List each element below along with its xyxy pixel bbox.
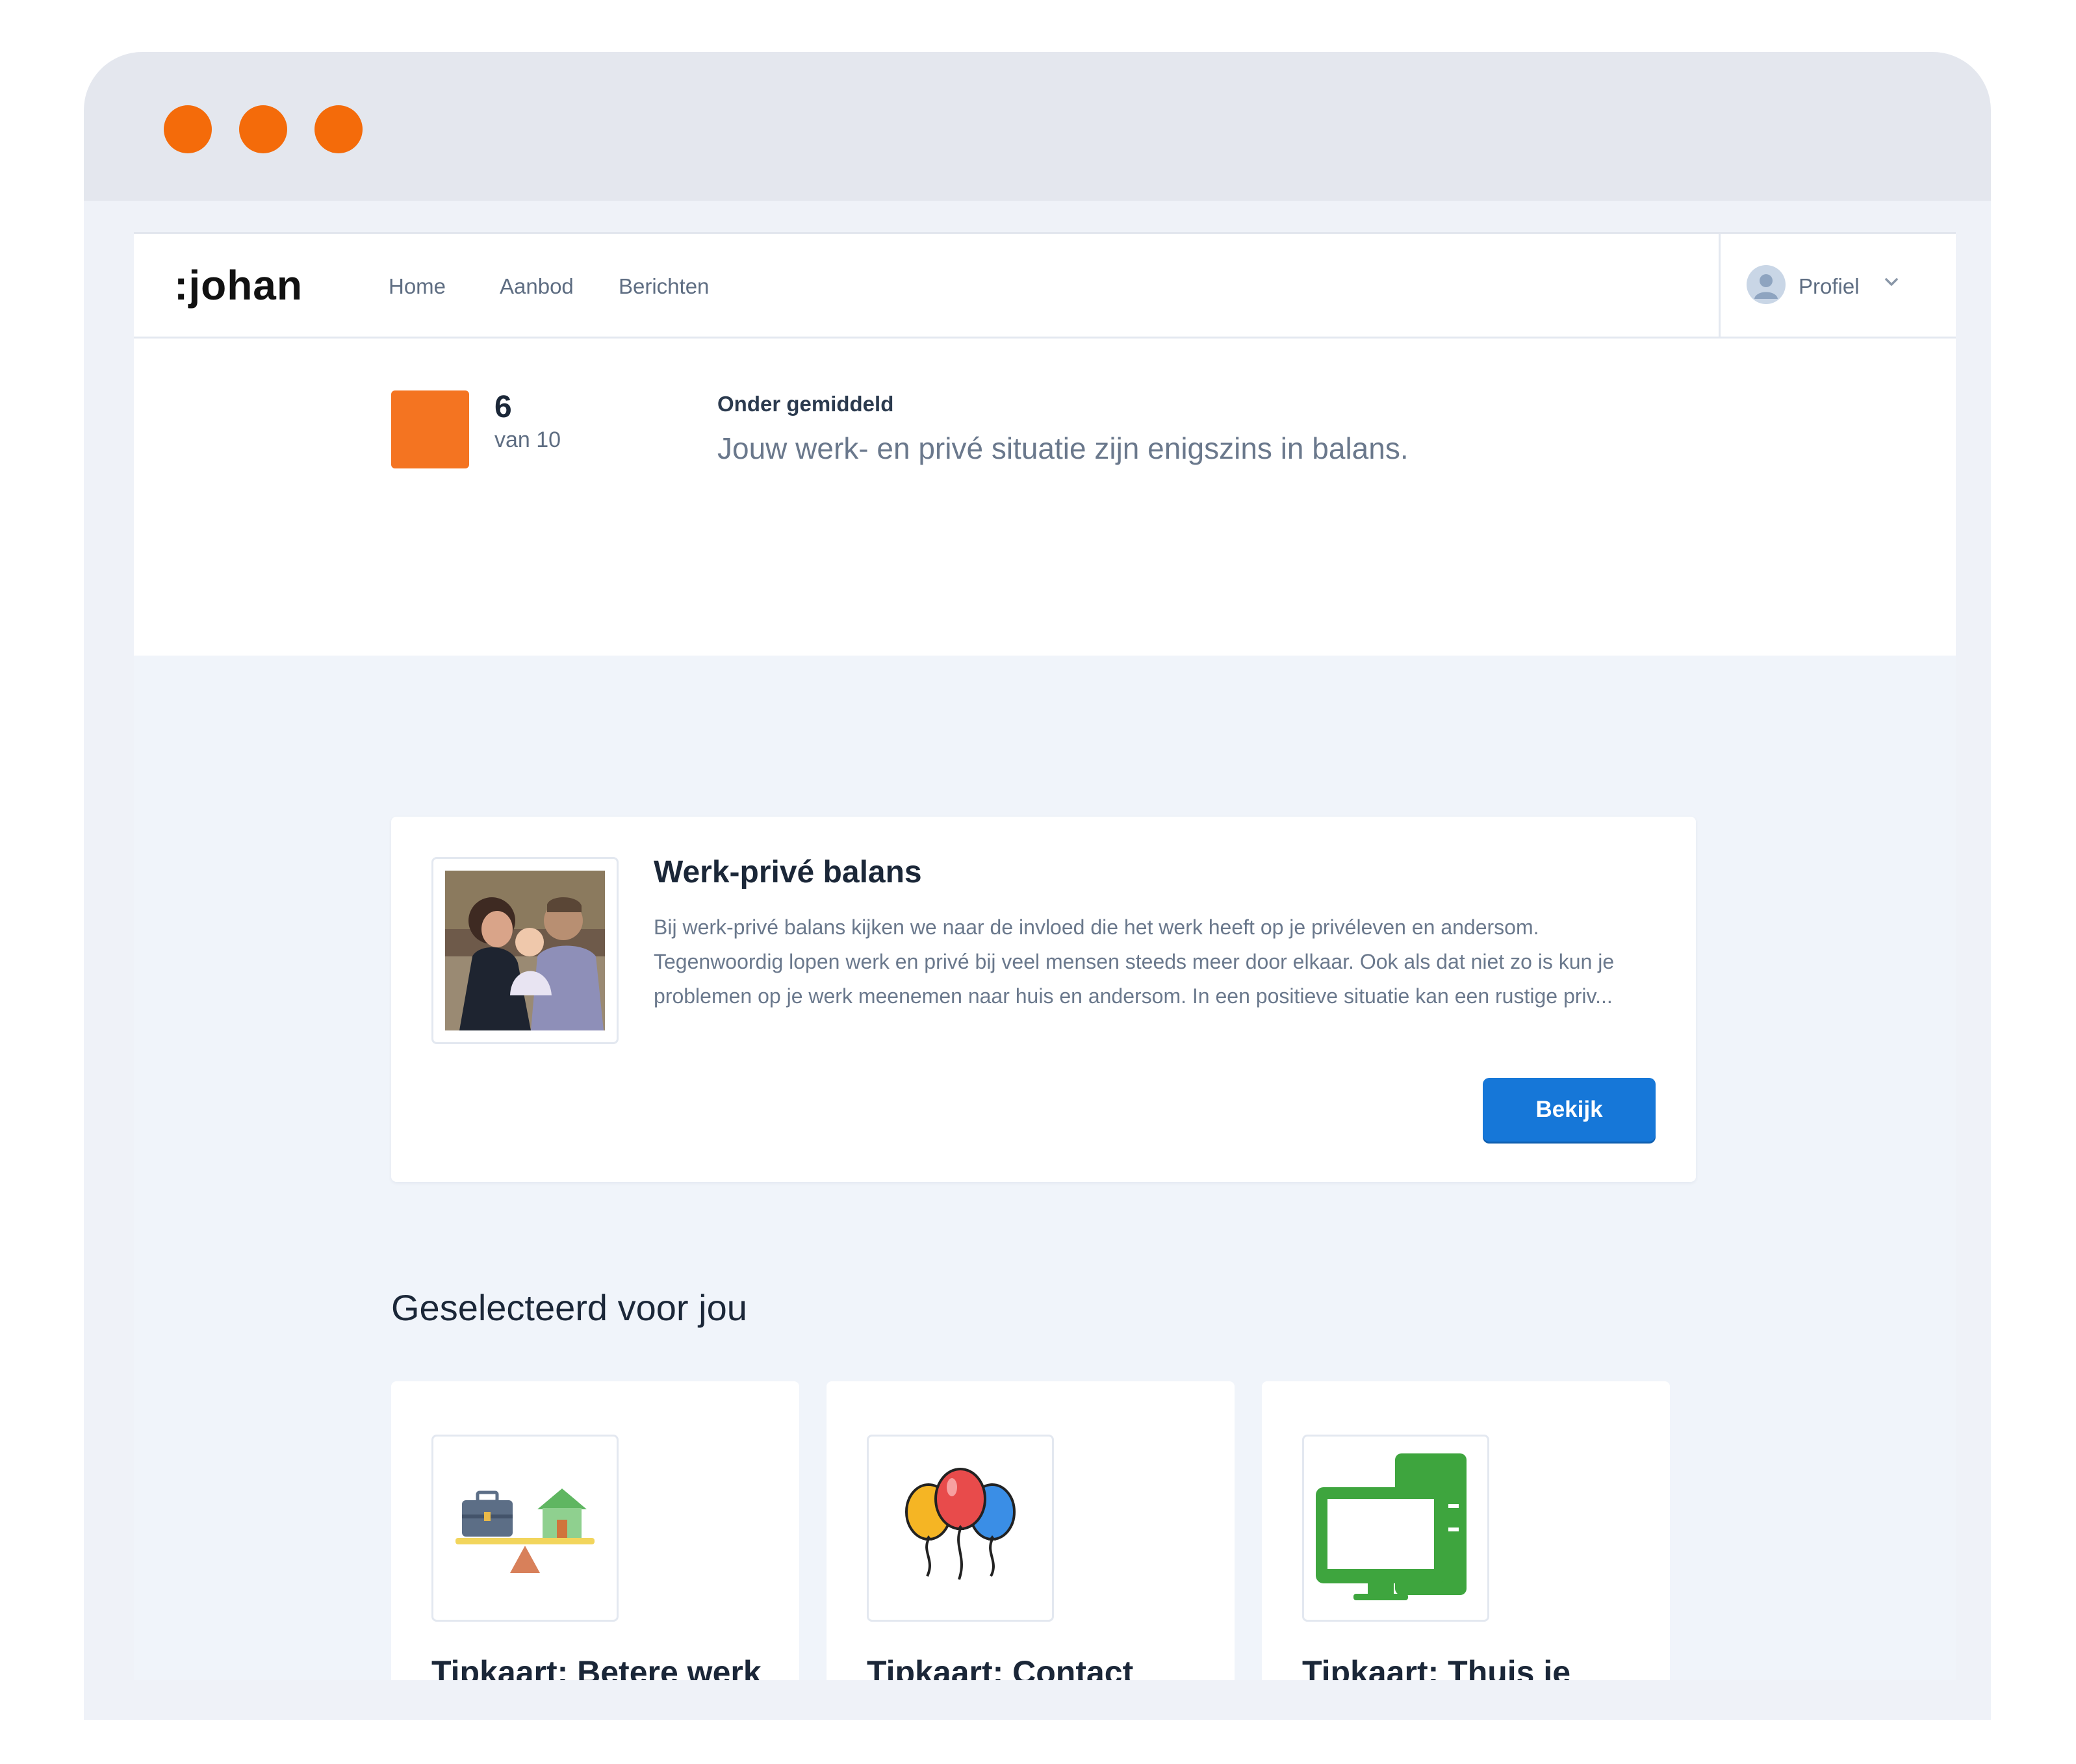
tip-icon-container	[1302, 1435, 1489, 1622]
score-color-indicator	[391, 390, 469, 468]
top-navigation: :johan Home Aanbod Berichten Profiel	[134, 234, 1956, 339]
nav-link-home[interactable]: Home	[389, 274, 446, 299]
topic-thumbnail	[431, 857, 619, 1044]
window-maximize-button[interactable]	[314, 105, 363, 153]
family-photo-image	[445, 871, 605, 1030]
tip-title: Tipkaart: Thuis je werkplek inrichten	[1302, 1654, 1571, 1680]
score-level-label: Onder gemiddeld	[717, 392, 894, 416]
score-description: Jouw werk- en privé situatie zijn enigsz…	[717, 431, 1409, 465]
nav-link-aanbod[interactable]: Aanbod	[500, 274, 574, 299]
profile-label: Profiel	[1799, 274, 1860, 298]
topic-title: Werk-privé balans	[654, 855, 922, 889]
score-value: 6	[494, 390, 512, 424]
topic-card: Werk-privé balans Bij werk-privé balans …	[391, 817, 1696, 1182]
computer-icon	[1316, 1453, 1467, 1600]
topic-description: Bij werk-privé balans kijken we naar de …	[654, 915, 1615, 1008]
seesaw-balance-icon	[455, 1489, 595, 1573]
browser-window: :johan Home Aanbod Berichten Profiel 6 v…	[84, 52, 1991, 1720]
score-section: 6 van 10 Onder gemiddeld Jouw werk- en p…	[134, 339, 1956, 656]
johan-logo[interactable]: :johan	[174, 261, 303, 309]
chevron-down-icon	[1885, 278, 1898, 286]
tip-icon-container	[431, 1435, 619, 1622]
tip-title: Tipkaart: Betere werk privé balans	[431, 1654, 762, 1680]
tip-card[interactable]: Tipkaart: Contact onderhouden met je	[827, 1381, 1235, 1680]
nav-link-berichten[interactable]: Berichten	[619, 274, 709, 299]
selected-heading: Geselecteerd voor jou	[391, 1287, 747, 1328]
tip-icon-container	[867, 1435, 1054, 1622]
tip-card[interactable]: Tipkaart: Betere werk privé balans	[391, 1381, 799, 1680]
profile-menu[interactable]: Profiel	[1719, 234, 1956, 337]
tip-card[interactable]: Tipkaart: Thuis je werkplek inrichten	[1262, 1381, 1670, 1680]
tip-title: Tipkaart: Contact onderhouden met je	[867, 1654, 1134, 1680]
window-minimize-button[interactable]	[239, 105, 287, 153]
score-scale: van 10	[494, 428, 561, 452]
page-viewport: :johan Home Aanbod Berichten Profiel 6 v…	[134, 232, 1956, 1680]
bekijk-button[interactable]: Bekijk	[1483, 1078, 1656, 1142]
window-titlebar	[84, 52, 1991, 201]
user-avatar-icon	[1747, 265, 1786, 304]
balloons-icon	[905, 1468, 1016, 1580]
window-close-button[interactable]	[164, 105, 212, 153]
